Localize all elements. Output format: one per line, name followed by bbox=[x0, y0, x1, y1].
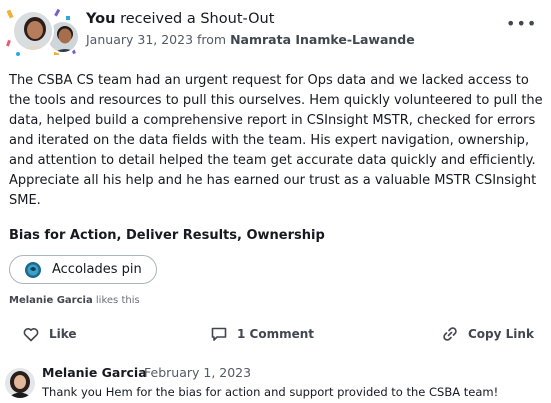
more-options-button[interactable]: ••• bbox=[506, 14, 536, 34]
shoutout-meta: January 31, 2023 from Namrata Inamke-Law… bbox=[86, 32, 415, 47]
comment-item: Melanie Garcia February 1, 2023 Thank yo… bbox=[0, 358, 551, 403]
heart-icon bbox=[23, 327, 39, 341]
like-button[interactable]: Like bbox=[23, 322, 77, 346]
like-label: Like bbox=[49, 327, 77, 341]
recipient-name[interactable]: You bbox=[86, 11, 115, 27]
likes-suffix: likes this bbox=[95, 295, 140, 306]
comment-button[interactable]: 1 Comment bbox=[211, 322, 314, 346]
author-name[interactable]: Namrata Inamke-Lawande bbox=[230, 32, 415, 47]
comment-text: Thank you Hem for the bias for action an… bbox=[42, 385, 499, 399]
action-bar: Like 1 Comment Copy Link bbox=[0, 322, 551, 346]
likes-summary: Melanie Garcia likes this bbox=[9, 295, 140, 306]
recipient-avatar[interactable] bbox=[12, 10, 54, 52]
more-horizontal-icon: ••• bbox=[506, 14, 538, 33]
accolades-pin-button[interactable]: Accolades pin bbox=[9, 255, 157, 284]
shoutout-body: The CSBA CS team had an urgent request f… bbox=[9, 73, 543, 208]
liker-name[interactable]: Melanie Garcia bbox=[9, 295, 93, 306]
commenter-name[interactable]: Melanie Garcia bbox=[42, 365, 147, 380]
avatar-cluster bbox=[6, 8, 80, 60]
person-avatar-icon bbox=[5, 368, 35, 398]
comment-count-label: 1 Comment bbox=[237, 327, 315, 341]
shoutout-header: You received a Shout-Out January 31, 202… bbox=[0, 0, 551, 62]
shoutout-title: You received a Shout-Out bbox=[86, 11, 274, 27]
shoutout-action-text: received a Shout-Out bbox=[120, 11, 275, 27]
accolades-pin-icon bbox=[25, 261, 41, 278]
copy-link-button[interactable]: Copy Link bbox=[442, 322, 534, 346]
from-label: from bbox=[197, 32, 227, 47]
accolades-pin-label: Accolades pin bbox=[52, 262, 142, 277]
copy-link-label: Copy Link bbox=[468, 327, 534, 341]
leadership-principles-tags: Bias for Action, Deliver Results, Owners… bbox=[9, 228, 325, 243]
post-date: January 31, 2023 bbox=[86, 32, 194, 47]
comment-icon bbox=[211, 327, 227, 341]
commenter-avatar[interactable] bbox=[5, 368, 35, 398]
comment-date: February 1, 2023 bbox=[144, 365, 252, 380]
link-icon bbox=[443, 327, 457, 341]
